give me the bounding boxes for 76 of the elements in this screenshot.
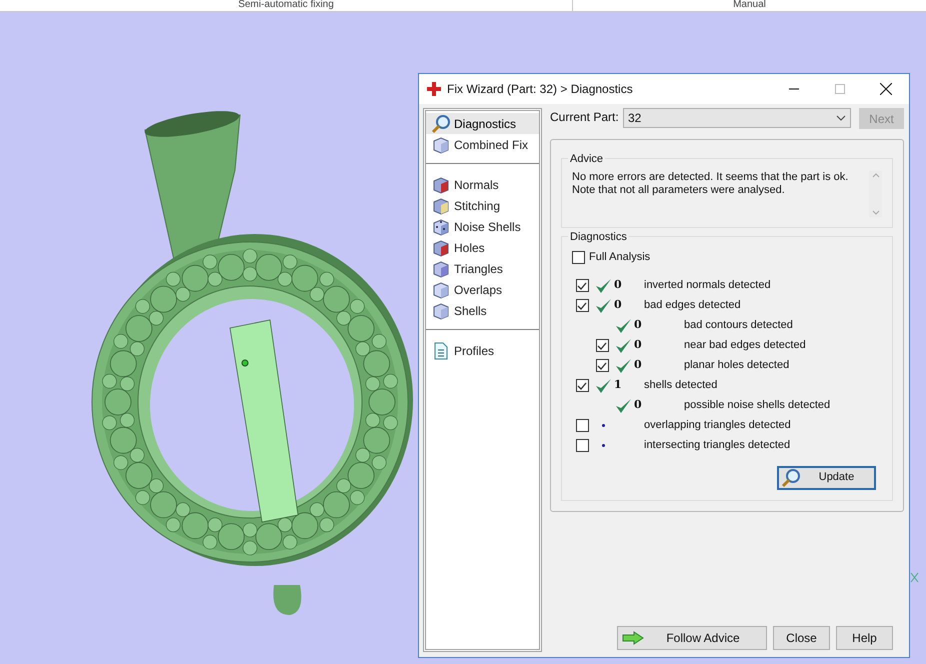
checkbox[interactable] (572, 250, 585, 264)
cube-icon (432, 238, 450, 256)
count-text: 0 (634, 398, 642, 412)
sidebar-label: Overlaps (454, 282, 502, 298)
cube-icon (432, 280, 450, 298)
sidebar-item[interactable]: Shells (426, 300, 539, 321)
count-text: 0 (634, 318, 642, 332)
sidebar-item[interactable]: Holes (426, 237, 539, 258)
sidebar-label: Holes (454, 240, 485, 256)
cube-icon (432, 176, 450, 194)
magnifier-icon (431, 114, 451, 134)
diagnostic-label: inverted normals detected (644, 278, 771, 294)
diagnostic-label: bad edges detected (644, 298, 741, 314)
document-icon (434, 342, 448, 360)
chevron-down-icon (872, 210, 880, 215)
sidebar-label: Shells (454, 302, 487, 320)
sidebar-item[interactable]: Stitching (426, 195, 539, 216)
current-part-label: Current Part: (550, 109, 620, 126)
maximize-icon (835, 84, 845, 94)
checkbox-label: Full Analysis (589, 250, 650, 265)
count-text: 0 (634, 338, 642, 352)
sidebar-label: Triangles (454, 260, 503, 278)
cube-icon (432, 260, 450, 278)
sidebar-label: Stitching (454, 198, 500, 214)
cube-icon (432, 136, 450, 154)
chevron-down-icon (836, 115, 846, 121)
sidebar-item[interactable]: Noise Shells (426, 216, 539, 237)
magnifier-icon (781, 468, 801, 488)
checkbox[interactable] (576, 279, 588, 292)
sidebar-item[interactable]: Triangles (426, 258, 539, 279)
count-text: 0 (614, 278, 622, 292)
diagnostic-label: bad contours detected (684, 318, 793, 334)
count-text: 0 (614, 298, 622, 312)
checkbox[interactable] (596, 359, 608, 372)
scrollbar[interactable] (869, 171, 882, 217)
footer-button[interactable]: Close (773, 626, 830, 650)
part-dropdown[interactable]: 32 (623, 108, 851, 128)
sidebar-label: Noise Shells (454, 218, 521, 236)
close-icon (880, 83, 892, 95)
count-text: 1 (614, 378, 622, 392)
diagnostic-label: intersecting triangles detected (644, 438, 790, 454)
axis-icon (910, 572, 919, 583)
group-title: Diagnostics (568, 229, 629, 246)
sidebar-item[interactable]: Diagnostics (426, 113, 539, 134)
advice-text: No more errors are detected. It seems that the part is ok. Note that not all parameters were analysed. (572, 171, 850, 198)
chevron-up-icon (872, 173, 880, 178)
diagnostic-label: shells detected (644, 378, 718, 394)
cube-icon (432, 302, 450, 320)
sidebar-label: Combined Fix (454, 136, 528, 154)
checkbox[interactable] (576, 419, 588, 432)
diagnostic-label: possible noise shells detected (684, 398, 830, 414)
diagnostic-label: overlapping triangles detected (644, 418, 791, 434)
diagnostic-label: near bad edges detected (684, 338, 806, 354)
footer-button[interactable]: Help (836, 626, 893, 650)
sidebar-label: Diagnostics (454, 116, 516, 132)
checkbox[interactable] (576, 439, 588, 452)
cube-icon (432, 196, 450, 214)
count-text: 0 (634, 358, 642, 372)
diagnostic-label: planar holes detected (684, 358, 790, 374)
cube-icon (432, 218, 450, 236)
sidebar-item[interactable]: Overlaps (426, 279, 539, 300)
mode-tab[interactable]: Manual (573, 0, 926, 11)
sidebar-label: Profiles (454, 342, 494, 360)
checkbox[interactable] (596, 339, 608, 352)
sidebar-label: Normals (454, 176, 499, 194)
sidebar-item[interactable]: Combined Fix (426, 134, 539, 155)
checkbox[interactable] (576, 299, 588, 312)
window-title: Fix Wizard (Part: 32) > Diagnostics (447, 81, 633, 98)
mode-tab[interactable]: Semi-automatic fixing (0, 0, 573, 11)
arrow-icon (622, 631, 644, 645)
footer-button[interactable]: Follow Advice (617, 626, 767, 650)
sidebar-item[interactable]: Normals (426, 174, 539, 195)
sidebar-item[interactable]: Profiles (426, 340, 539, 361)
cross-icon (427, 82, 441, 96)
update-button[interactable]: Update (777, 466, 876, 490)
checkbox[interactable] (576, 379, 588, 392)
